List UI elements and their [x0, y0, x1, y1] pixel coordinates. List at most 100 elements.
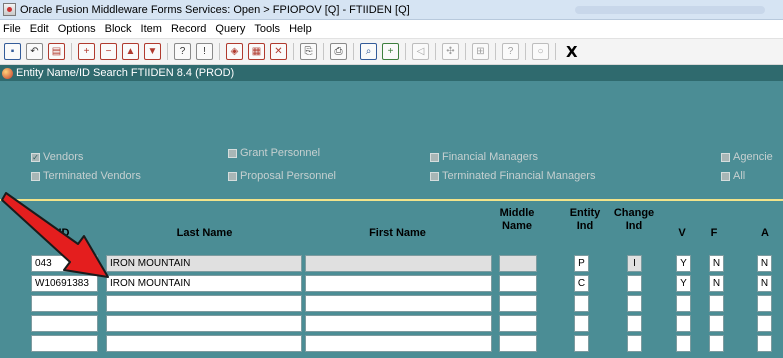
banner-form-icon: [2, 67, 13, 79]
checkbox-box[interactable]: [721, 152, 730, 162]
terminated-vendors-checkbox[interactable]: Terminated Vendors: [31, 170, 141, 182]
v-field[interactable]: [676, 335, 691, 352]
menu-block[interactable]: Block: [105, 23, 132, 35]
column-header-middle-name-1: Middle: [499, 207, 535, 219]
menu-bar: File Edit Options Block Item Record Quer…: [0, 20, 783, 39]
first-name-field[interactable]: [305, 275, 492, 292]
proposal-personnel-checkbox[interactable]: Proposal Personnel: [228, 170, 336, 182]
a-field[interactable]: N: [757, 275, 772, 292]
execute-query-icon[interactable]: !: [196, 43, 213, 60]
f-field[interactable]: N: [709, 255, 724, 272]
menu-options[interactable]: Options: [58, 23, 96, 35]
middle-name-field[interactable]: [499, 295, 537, 312]
change-ind-field[interactable]: [627, 275, 642, 292]
copy-icon[interactable]: ⎘: [300, 43, 317, 60]
a-field[interactable]: N: [757, 255, 772, 272]
change-ind-field[interactable]: [627, 315, 642, 332]
exit-button[interactable]: X: [566, 43, 578, 61]
last-name-field[interactable]: IRON MOUNTAIN: [106, 275, 302, 292]
menu-file[interactable]: File: [3, 23, 21, 35]
first-name-field[interactable]: [305, 335, 492, 352]
all-checkbox[interactable]: All: [721, 170, 745, 182]
first-name-field[interactable]: [305, 255, 492, 272]
agencies-checkbox[interactable]: Agencie: [721, 151, 773, 163]
previous-block-icon[interactable]: ▲: [122, 43, 139, 60]
middle-name-field[interactable]: [499, 335, 537, 352]
save-icon[interactable]: ▪: [4, 43, 21, 60]
entity-ind-field[interactable]: C: [574, 275, 589, 292]
help-icon[interactable]: ?: [502, 43, 519, 60]
f-field[interactable]: [709, 315, 724, 332]
lightbulb-icon[interactable]: ○: [532, 43, 549, 60]
menu-help[interactable]: Help: [289, 23, 312, 35]
entity-ind-field[interactable]: P: [574, 255, 589, 272]
change-ind-field[interactable]: [627, 295, 642, 312]
menu-tools[interactable]: Tools: [254, 23, 280, 35]
entity-ind-field[interactable]: [574, 295, 589, 312]
v-field[interactable]: [676, 295, 691, 312]
toolbar-separator: [353, 43, 354, 60]
id-field[interactable]: [31, 315, 98, 332]
workflow-icon[interactable]: ⊞: [472, 43, 489, 60]
print-icon[interactable]: ▤: [48, 43, 65, 60]
id-field[interactable]: W10691383: [31, 275, 98, 292]
next-block-icon[interactable]: ▼: [144, 43, 161, 60]
id-field[interactable]: [31, 335, 98, 352]
checkbox-box[interactable]: [430, 152, 439, 162]
f-field[interactable]: [709, 295, 724, 312]
grant-personnel-checkbox[interactable]: Grant Personnel: [228, 147, 320, 159]
first-name-field[interactable]: [305, 315, 492, 332]
v-field[interactable]: Y: [676, 275, 691, 292]
last-name-field[interactable]: [106, 335, 302, 352]
add-icon[interactable]: +: [382, 43, 399, 60]
f-field[interactable]: N: [709, 275, 724, 292]
last-name-field[interactable]: [106, 295, 302, 312]
enter-query-icon[interactable]: ?: [174, 43, 191, 60]
id-field[interactable]: [31, 295, 98, 312]
last-name-field[interactable]: IRON MOUNTAIN: [106, 255, 302, 272]
middle-name-field[interactable]: [499, 315, 537, 332]
checkbox-box[interactable]: [31, 171, 40, 181]
a-field[interactable]: [757, 315, 772, 332]
checkbox-box[interactable]: ✓: [31, 152, 40, 162]
last-name-field[interactable]: [106, 315, 302, 332]
toolbar: ▪ ↶ ▤ + − ▲ ▼ ? ! ◈ ▦ ✕ ⎘ ⎙ ⌕ + ◁ ✣ ⊞ ? …: [0, 39, 783, 65]
toolbar-separator: [465, 43, 466, 60]
change-ind-field[interactable]: I: [627, 255, 642, 272]
back-icon[interactable]: ◁: [412, 43, 429, 60]
form-header: Entity Name/ID Search FTIIDEN 8.4 (PROD): [0, 65, 783, 81]
checkbox-box[interactable]: [721, 171, 730, 181]
remove-record-icon[interactable]: −: [100, 43, 117, 60]
menu-item[interactable]: Item: [141, 23, 162, 35]
document-icon[interactable]: ▦: [248, 43, 265, 60]
menu-record[interactable]: Record: [171, 23, 206, 35]
menu-edit[interactable]: Edit: [30, 23, 49, 35]
menu-query[interactable]: Query: [215, 23, 245, 35]
vendors-checkbox[interactable]: ✓ Vendors: [31, 151, 83, 163]
options-icon[interactable]: ✣: [442, 43, 459, 60]
printer-icon[interactable]: ⎙: [330, 43, 347, 60]
entity-ind-field[interactable]: [574, 315, 589, 332]
a-field[interactable]: [757, 295, 772, 312]
middle-name-field[interactable]: [499, 255, 537, 272]
window-titlebar: Oracle Fusion Middleware Forms Services:…: [0, 0, 783, 20]
financial-managers-checkbox[interactable]: Financial Managers: [430, 151, 538, 163]
v-field[interactable]: Y: [676, 255, 691, 272]
change-ind-field[interactable]: [627, 335, 642, 352]
middle-name-field[interactable]: [499, 275, 537, 292]
id-field[interactable]: 043: [31, 255, 98, 272]
insert-record-icon[interactable]: +: [78, 43, 95, 60]
f-field[interactable]: [709, 335, 724, 352]
first-name-field[interactable]: [305, 295, 492, 312]
search-icon[interactable]: ⌕: [360, 43, 377, 60]
cancel-icon[interactable]: ✕: [270, 43, 287, 60]
checkbox-box[interactable]: [430, 171, 439, 181]
rollback-icon[interactable]: ↶: [26, 43, 43, 60]
terminated-financial-managers-checkbox[interactable]: Terminated Financial Managers: [430, 170, 595, 182]
checkbox-box[interactable]: [228, 171, 237, 181]
attachment-icon[interactable]: ◈: [226, 43, 243, 60]
a-field[interactable]: [757, 335, 772, 352]
v-field[interactable]: [676, 315, 691, 332]
checkbox-box[interactable]: [228, 148, 237, 158]
entity-ind-field[interactable]: [574, 335, 589, 352]
